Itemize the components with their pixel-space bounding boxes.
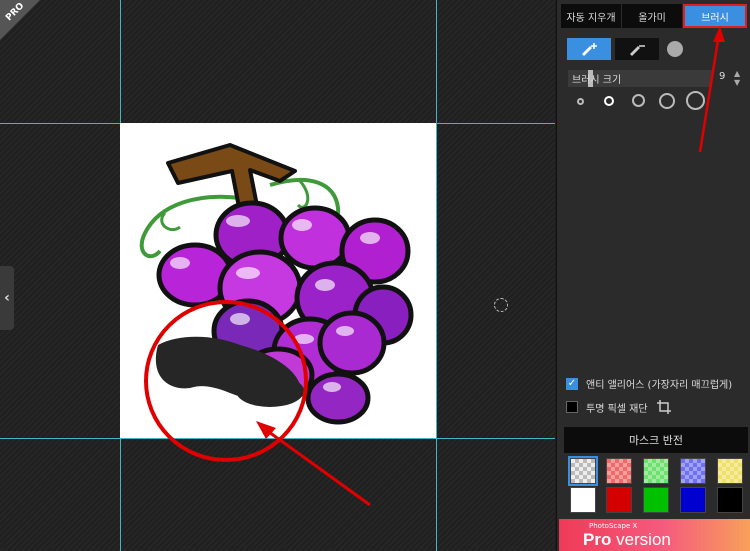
transparent-crop-option[interactable]: 투명 픽셀 재단 [566, 399, 672, 415]
swatch-white[interactable] [570, 487, 596, 513]
transparent-crop-checkbox[interactable] [566, 401, 578, 413]
brush-size-stepper[interactable]: ▲ ▼ [734, 69, 740, 87]
swatch-black[interactable] [717, 487, 743, 513]
collapse-sidebar-button[interactable]: ‹ [0, 266, 14, 330]
brush-add-icon [582, 43, 597, 56]
tab-brush[interactable]: 브러시 [683, 4, 747, 28]
brush-preset-large[interactable] [659, 93, 675, 109]
circle-icon [667, 41, 683, 57]
guide-line-horizontal [0, 438, 555, 439]
promo-title: Pro version [583, 530, 671, 550]
swatch-yellow-pattern[interactable] [717, 458, 743, 484]
brush-preset-medium[interactable] [632, 94, 645, 107]
swatch-transparent[interactable] [568, 456, 598, 486]
tab-lasso[interactable]: 올가미 [622, 4, 683, 28]
brush-size-label: 브러시 크기 [572, 75, 622, 86]
tool-tabs: 자동 지우개 올가미 브러시 [561, 4, 747, 28]
guide-line-vertical [436, 0, 437, 551]
swatch-red[interactable] [606, 487, 632, 513]
promo-title-pro: Pro [583, 530, 612, 549]
brush-preset-small[interactable] [604, 96, 614, 106]
brush-preset-tiny[interactable] [577, 98, 584, 105]
grapes-image [139, 143, 414, 425]
brush-add-button[interactable] [567, 38, 611, 60]
brush-cursor [494, 298, 508, 312]
brush-remove-icon [630, 45, 645, 56]
brush-tool-row [567, 38, 687, 60]
tab-auto-eraser[interactable]: 자동 지우개 [561, 4, 622, 28]
app-window: PRO ‹ 자동 지우개 올가미 브러시 브러시 크기 9 ▲ ▼ ✓ 앤티 앨… [0, 0, 750, 551]
brush-size-presets [566, 90, 746, 112]
pro-version-banner[interactable]: PhotoScape X Pro version [559, 519, 750, 551]
mask-invert-button[interactable]: 마스크 반전 [564, 427, 748, 453]
brush-size-value[interactable]: 9 [719, 71, 725, 82]
crop-icon[interactable] [656, 399, 672, 415]
pro-badge-icon: PRO [0, 0, 40, 40]
canvas-area[interactable]: PRO ‹ [0, 0, 555, 551]
antialias-label: 앤티 앨리어스 (가장자리 매끄럽게) [586, 380, 733, 391]
swatch-green-pattern[interactable] [643, 458, 669, 484]
brush-shape-button[interactable] [663, 38, 687, 60]
swatch-blue-pattern[interactable] [680, 458, 706, 484]
pro-badge: PRO [0, 0, 40, 40]
transparent-crop-label: 투명 픽셀 재단 [586, 403, 648, 415]
chevron-left-icon: ‹ [4, 290, 10, 306]
brush-preset-xlarge[interactable] [686, 91, 705, 110]
swatch-green[interactable] [643, 487, 669, 513]
swatch-blue[interactable] [680, 487, 706, 513]
antialias-checkbox[interactable]: ✓ [566, 377, 578, 390]
brush-remove-button[interactable] [615, 38, 659, 60]
swatch-red-pattern[interactable] [606, 458, 632, 484]
promo-product-name: PhotoScape X [589, 522, 638, 530]
image-canvas[interactable] [120, 123, 436, 438]
promo-title-version: version [611, 530, 671, 549]
antialias-option[interactable]: ✓ 앤티 앨리어스 (가장자리 매끄럽게) [566, 376, 732, 391]
